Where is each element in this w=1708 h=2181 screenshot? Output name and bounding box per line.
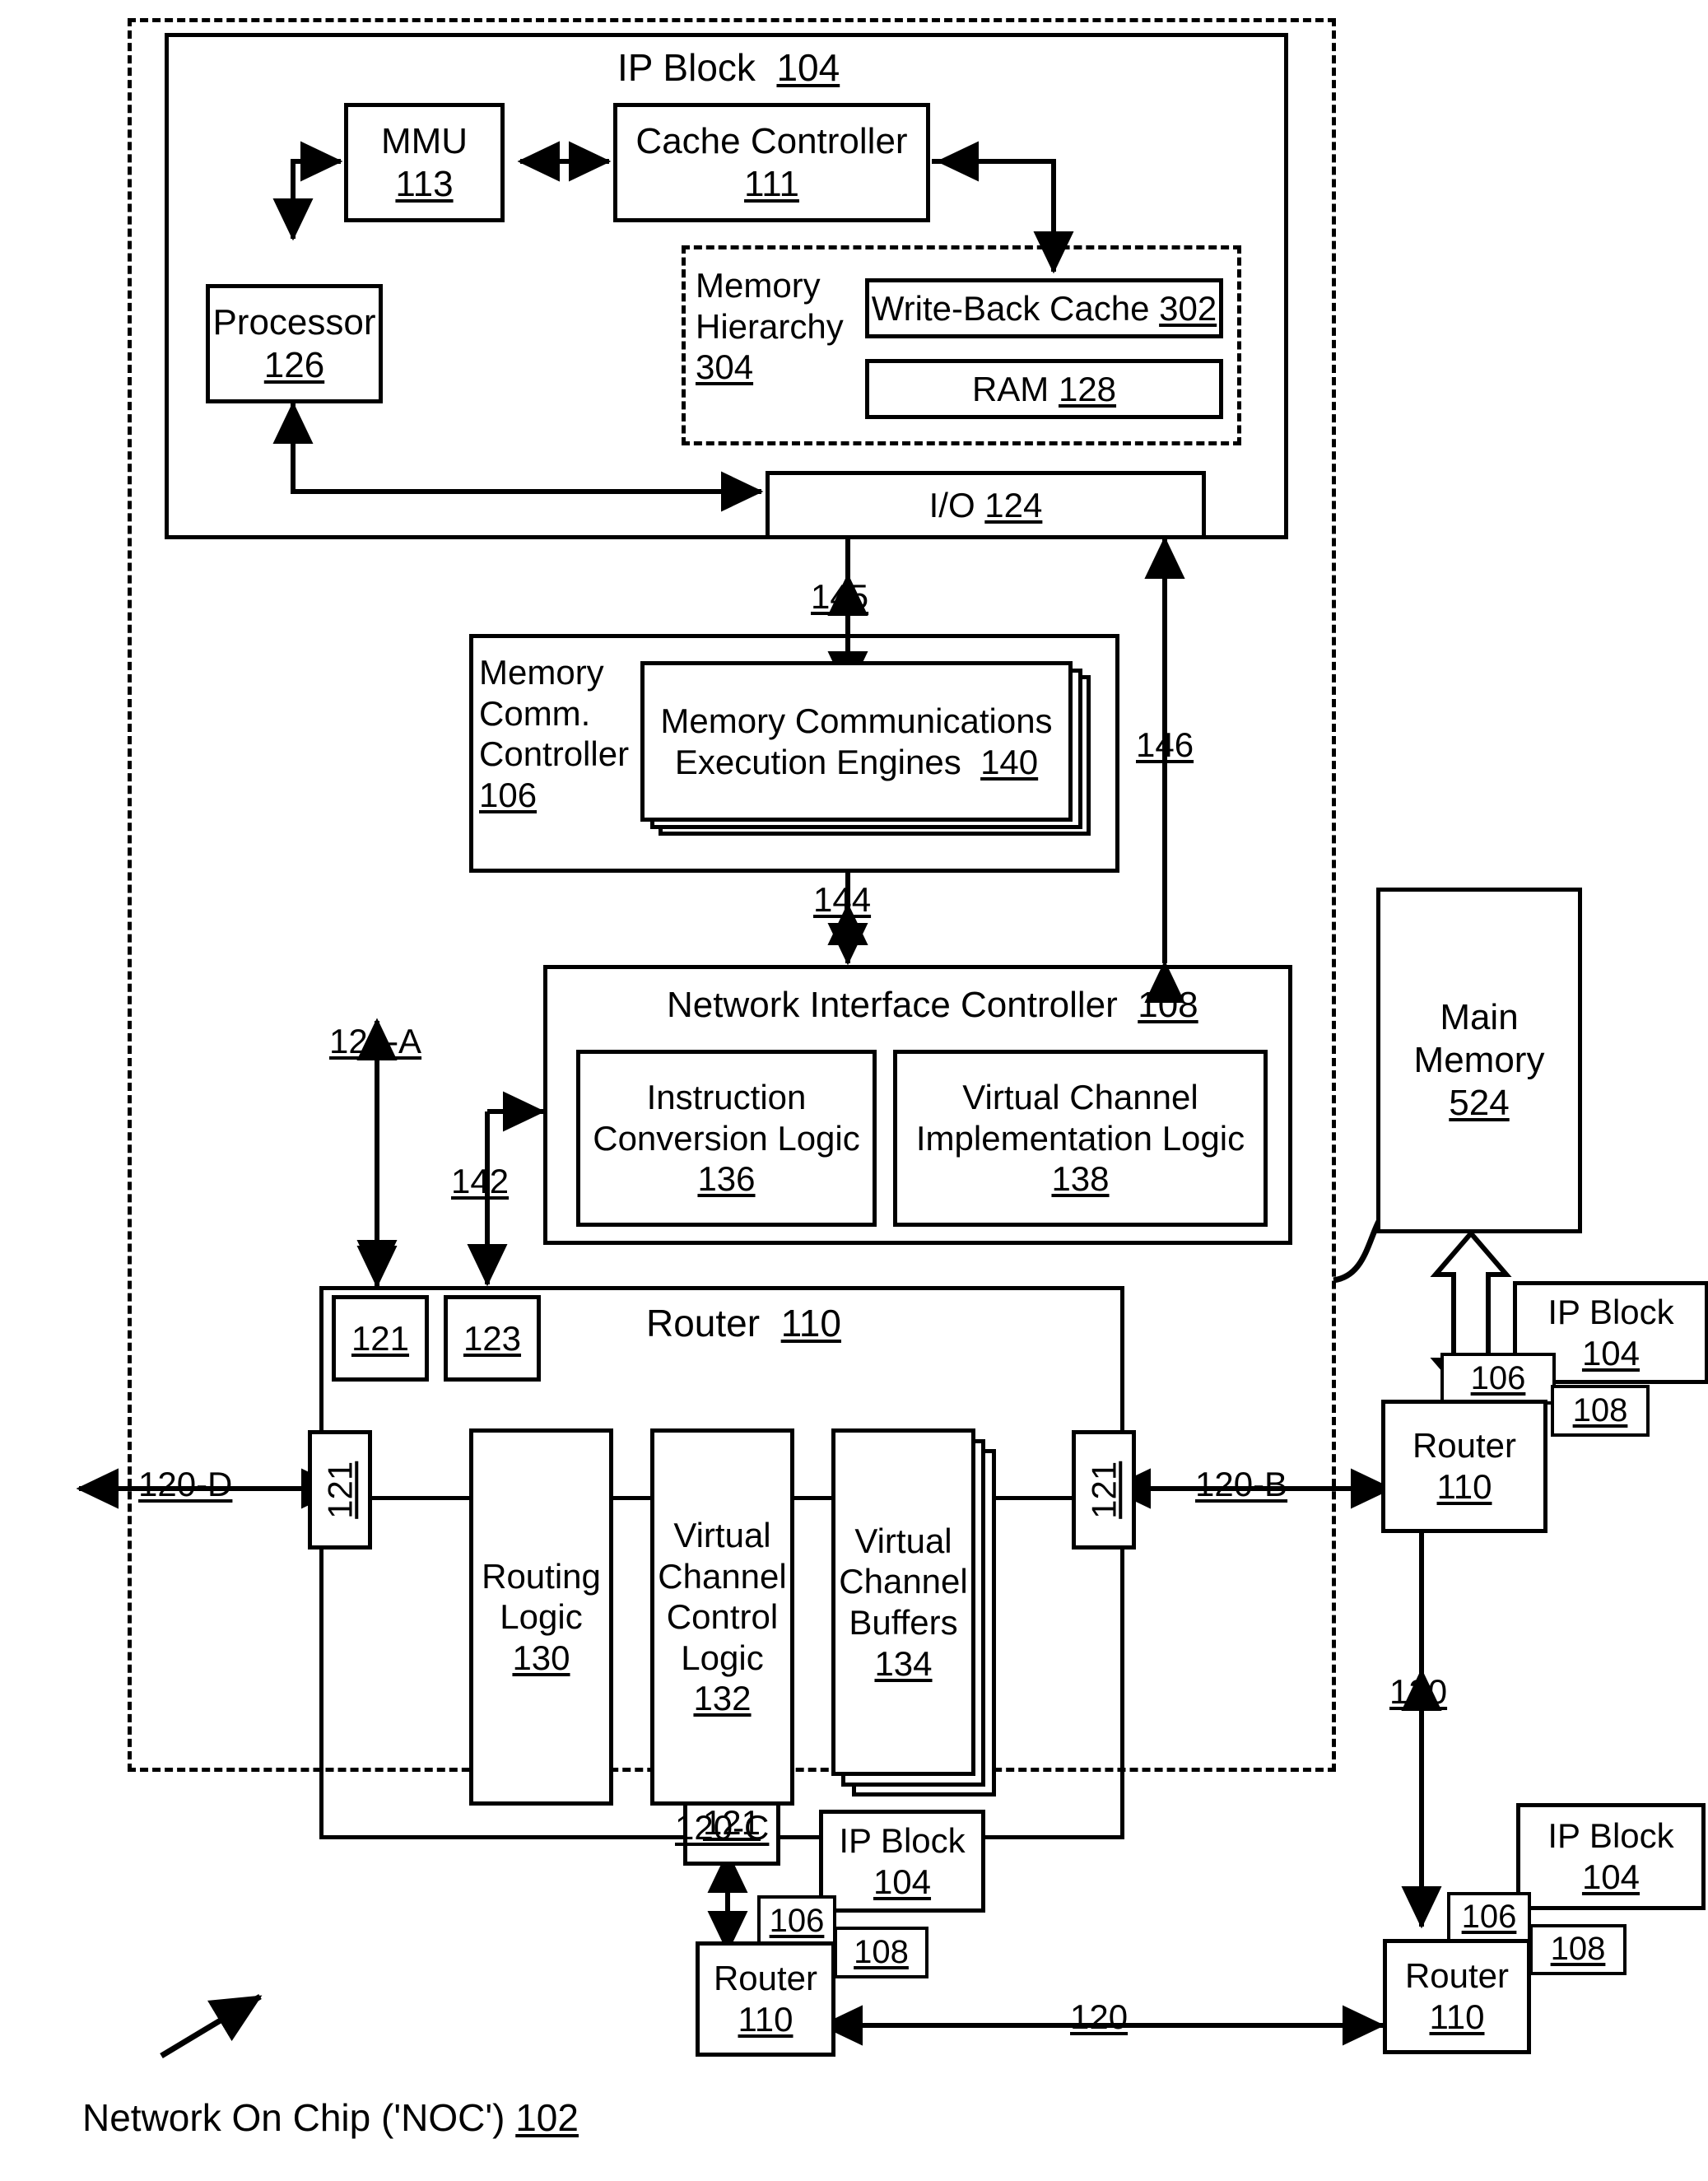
execution-engines-box: Memory Communications Execution Engines … [640,661,1073,822]
ram-label: RAM 128 [971,369,1117,408]
node-bottom-left-router: Router 110 [696,1941,835,2057]
vccl-line4: Logic [681,1638,764,1677]
noc-diagram-canvas: 122 IP Block 104 MMU 113 Cache Controlle… [0,0,1708,2181]
vcb-line3: Buffers [849,1603,958,1642]
icl-ref: 136 [697,1159,756,1199]
io-box: I/O 124 [766,471,1206,539]
node-bottom-left-nic: 108 [834,1927,928,1978]
ip-block-title: IP Block 104 [617,46,840,89]
node-right-mcc: 106 [1440,1353,1556,1405]
processor-box: Processor 126 [206,284,383,403]
mmu-title: MMU [380,120,468,161]
virtual-channel-control-logic-box: Virtual Channel Control Logic 132 [650,1428,794,1806]
memory-hierarchy-title: Memory Hierarchy 304 [696,266,844,387]
label-120-right: 120 [1389,1672,1448,1711]
figure-caption: Network On Chip ('NOC') 102 [82,2096,579,2139]
node-bottom-left-mcc: 106 [757,1895,836,1947]
vcil-ref: 138 [1051,1159,1110,1199]
processor-title: Processor [212,301,376,343]
write-back-cache-label: Write-Back Cache 302 [871,288,1217,328]
instruction-conversion-logic-box: Instruction Conversion Logic 136 [576,1050,877,1227]
label-120-bottom: 120 [1070,1997,1129,2036]
router-title: Router 110 [646,1302,841,1344]
label-120b: 120-B [1195,1465,1288,1503]
routing-logic-ref: 130 [512,1638,570,1677]
node-bottom-right-nic: 108 [1529,1924,1627,1975]
vcb-ref: 134 [874,1643,933,1683]
router-port-right: 121 [1072,1430,1136,1550]
vcb-line2: Channel [839,1562,968,1601]
routing-logic-line2: Logic [500,1597,583,1637]
mmu-ref: 113 [395,163,454,204]
icl-line2: Conversion Logic [593,1118,860,1158]
node-bottom-right-mcc: 106 [1447,1892,1531,1943]
write-back-cache-box: Write-Back Cache 302 [865,278,1223,338]
label-120a: 120-A [329,1022,422,1060]
vccl-line3: Control [666,1597,779,1637]
router-port-top-second: 123 [444,1295,541,1382]
execution-engines-line1: Memory Communications [660,701,1053,740]
routing-logic-line1: Routing [482,1556,601,1596]
main-memory-box: Main Memory 524 [1376,888,1582,1233]
cache-controller-title: Cache Controller [635,120,908,161]
icl-line1: Instruction [646,1078,807,1117]
nic-title: Network Interface Controller 108 [667,985,1198,1025]
node-right-nic: 108 [1551,1385,1650,1437]
main-memory-line2: Memory [1413,1040,1545,1081]
vcb-line1: Virtual [854,1521,952,1560]
node-bottom-right-ip-block: IP Block 104 [1516,1803,1706,1910]
node-bottom-right-router: Router 110 [1383,1939,1531,2054]
cache-controller-box: Cache Controller 111 [613,103,930,222]
router-port-top-left: 121 [332,1295,429,1382]
vccl-line1: Virtual [673,1516,771,1555]
main-memory-ref: 524 [1449,1082,1510,1123]
execution-engines-line2: Execution Engines 140 [674,742,1039,781]
main-memory-line1: Main [1440,997,1519,1038]
vccl-line2: Channel [658,1556,787,1596]
label-120c: 120-C [675,1808,770,1847]
virtual-channel-buffers-box: Virtual Channel Buffers 134 [831,1428,975,1776]
label-142: 142 [451,1162,510,1200]
label-145: 145 [811,577,869,616]
ram-box: RAM 128 [865,359,1223,419]
vcil-line2: Implementation Logic [915,1118,1245,1158]
label-146: 146 [1136,725,1194,764]
label-120d: 120-D [138,1465,233,1503]
router-port-left: 121 [308,1430,372,1550]
vccl-ref: 132 [693,1679,752,1718]
mmu-box: MMU 113 [344,103,505,222]
memory-comm-controller-title: Memory Comm. Controller 106 [479,653,630,814]
io-label: I/O 124 [928,485,1043,524]
cache-controller-ref: 111 [744,163,799,204]
vcil-line1: Virtual Channel [962,1078,1198,1117]
node-right-router: Router 110 [1381,1400,1547,1533]
virtual-channel-implementation-logic-box: Virtual Channel Implementation Logic 138 [893,1050,1268,1227]
processor-ref: 126 [263,344,325,385]
routing-logic-box: Routing Logic 130 [469,1428,613,1806]
node-bottom-left-ip-block: IP Block 104 [819,1810,985,1913]
label-144: 144 [813,880,872,919]
